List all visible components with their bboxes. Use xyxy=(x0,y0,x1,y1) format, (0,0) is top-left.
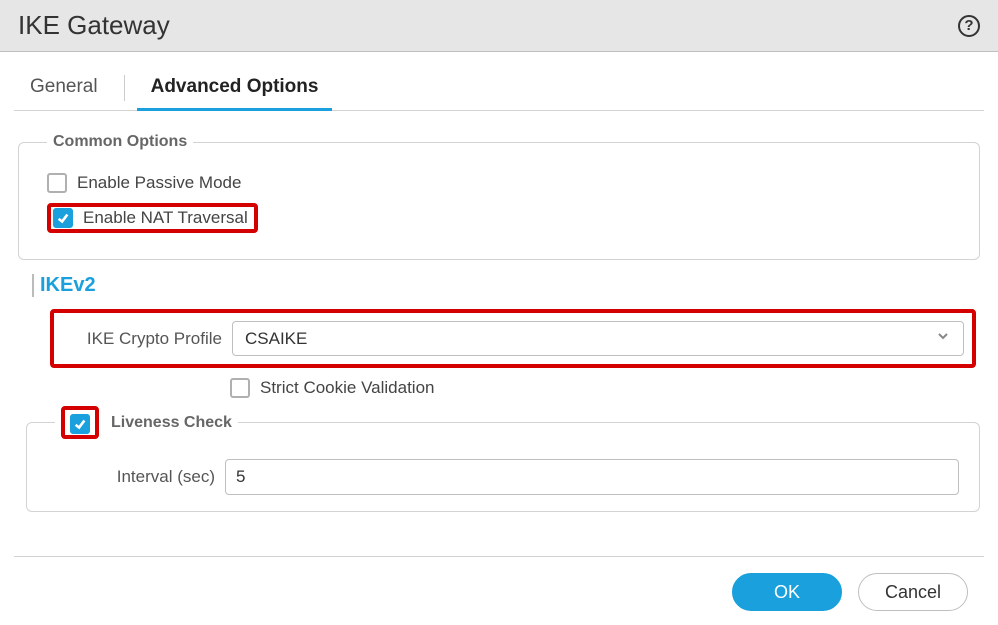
ikev2-heading: IKEv2 xyxy=(32,274,980,297)
strict-cookie-label: Strict Cookie Validation xyxy=(260,378,435,398)
nat-traversal-label: Enable NAT Traversal xyxy=(83,208,248,228)
ok-button[interactable]: OK xyxy=(732,573,842,611)
passive-mode-checkbox[interactable] xyxy=(47,173,67,193)
advanced-options-pane: Common Options Enable Passive Mode Enabl… xyxy=(14,111,984,542)
dialog-body: General Advanced Options Common Options … xyxy=(0,52,998,625)
interval-label: Interval (sec) xyxy=(55,467,215,487)
interval-row: Interval (sec) xyxy=(55,459,959,495)
ike-crypto-profile-label: IKE Crypto Profile xyxy=(62,329,222,349)
tab-advanced-options[interactable]: Advanced Options xyxy=(145,66,325,110)
common-options-fieldset: Common Options Enable Passive Mode Enabl… xyxy=(18,133,980,260)
check-icon xyxy=(73,417,87,431)
dialog-title: IKE Gateway xyxy=(18,10,170,41)
liveness-check-legend: Liveness Check xyxy=(55,406,238,439)
tab-divider xyxy=(124,75,125,101)
common-options-legend: Common Options xyxy=(47,133,193,151)
dialog-header: IKE Gateway ? xyxy=(0,0,998,52)
ike-crypto-profile-select[interactable]: CSAIKE xyxy=(232,321,964,356)
nat-traversal-checkbox[interactable] xyxy=(53,208,73,228)
ike-crypto-profile-row: IKE Crypto Profile CSAIKE xyxy=(62,321,964,356)
strict-cookie-row: Strict Cookie Validation xyxy=(230,378,980,398)
chevron-down-icon xyxy=(935,328,951,349)
liveness-check-label: Liveness Check xyxy=(111,414,232,432)
ikev2-section: IKEv2 IKE Crypto Profile CSAIKE xyxy=(18,274,980,532)
ike-crypto-profile-highlight: IKE Crypto Profile CSAIKE xyxy=(50,309,976,368)
ike-gateway-dialog: IKE Gateway ? General Advanced Options C… xyxy=(0,0,998,625)
liveness-check-checkbox[interactable] xyxy=(70,414,90,434)
strict-cookie-checkbox[interactable] xyxy=(230,378,250,398)
liveness-check-highlight xyxy=(61,406,99,439)
ike-crypto-profile-value: CSAIKE xyxy=(245,329,307,349)
tab-bar: General Advanced Options xyxy=(14,66,984,111)
help-icon[interactable]: ? xyxy=(958,15,980,37)
check-icon xyxy=(56,211,70,225)
dialog-footer: OK Cancel xyxy=(14,556,984,625)
passive-mode-row: Enable Passive Mode xyxy=(47,173,959,193)
tab-general[interactable]: General xyxy=(24,66,104,110)
nat-traversal-row: Enable NAT Traversal xyxy=(47,203,258,233)
liveness-check-fieldset: Liveness Check Interval (sec) xyxy=(26,406,980,512)
cancel-button[interactable]: Cancel xyxy=(858,573,968,611)
passive-mode-label: Enable Passive Mode xyxy=(77,173,241,193)
interval-input[interactable] xyxy=(225,459,959,495)
